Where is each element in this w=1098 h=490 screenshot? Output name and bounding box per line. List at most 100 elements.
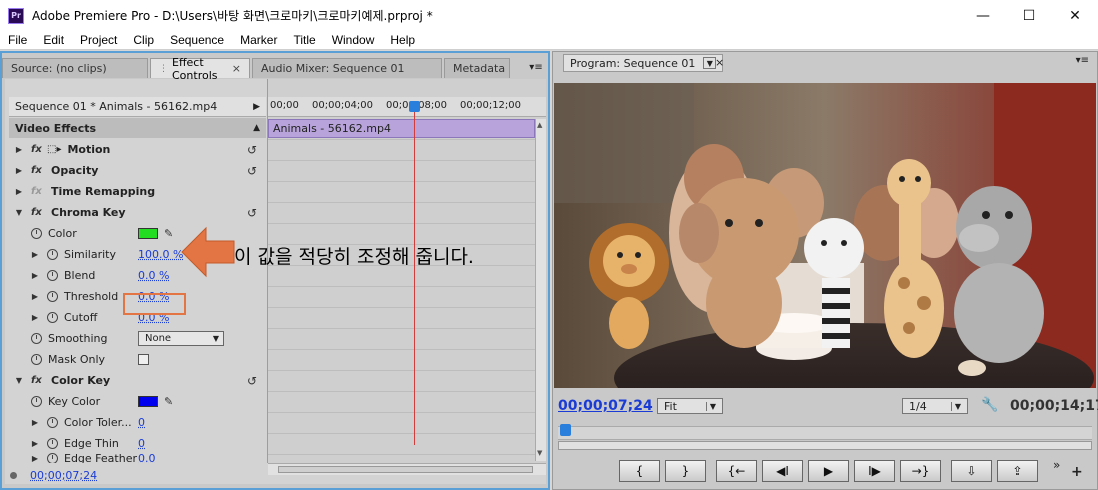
time-ruler[interactable]: 00;00 00;00;04;00 00;00;08;00 00;00;12;0… — [268, 97, 546, 117]
blend-value[interactable]: 0.0 % — [138, 269, 169, 282]
lift-button[interactable]: ⇩ — [951, 460, 992, 482]
scroll-down-icon[interactable]: ▼ — [537, 449, 542, 457]
reset-icon[interactable]: ↺ — [247, 164, 257, 178]
mask-only-checkbox[interactable] — [138, 354, 149, 365]
tab-program[interactable]: Program: Sequence 01 ▼ — [563, 54, 724, 72]
wrench-icon[interactable]: 🔧 — [981, 397, 998, 413]
collapse-icon[interactable]: ▼ — [13, 376, 25, 385]
window-title: Adobe Premiere Pro - D:\Users\바탕 화면\크로마키… — [32, 9, 433, 23]
playhead-handle[interactable] — [560, 424, 571, 436]
collapse-icon[interactable]: ▲ — [253, 123, 260, 133]
stopwatch-icon[interactable] — [31, 396, 42, 407]
effect-time-remapping[interactable]: ▶ fx Time Remapping — [9, 181, 266, 202]
reset-icon[interactable]: ↺ — [247, 206, 257, 220]
expand-icon[interactable]: ▶ — [13, 187, 25, 196]
menu-help[interactable]: Help — [382, 33, 423, 47]
edge-thin-value[interactable]: 0 — [138, 437, 145, 450]
program-timecode[interactable]: 00;00;07;24 — [558, 398, 653, 414]
tab-audio-mixer[interactable]: Audio Mixer: Sequence 01 — [252, 58, 442, 78]
effect-chroma-key[interactable]: ▼ fx Chroma Key ↺ — [9, 202, 266, 223]
play-button[interactable]: ▶ — [808, 460, 849, 482]
step-back-button[interactable]: ◀I — [762, 460, 803, 482]
stopwatch-icon[interactable] — [47, 270, 58, 281]
fx-icon[interactable]: fx — [31, 144, 45, 155]
time-ruler-track[interactable] — [558, 426, 1092, 440]
menu-title[interactable]: Title — [285, 33, 323, 47]
vertical-scrollbar[interactable]: ▲ ▼ — [535, 119, 546, 461]
fx-icon[interactable]: fx — [31, 375, 45, 386]
expand-icon[interactable]: ▶ — [29, 454, 41, 463]
stopwatch-icon[interactable] — [47, 453, 58, 463]
mark-out-button[interactable]: } — [665, 460, 706, 482]
stopwatch-icon[interactable] — [47, 249, 58, 260]
stopwatch-icon[interactable] — [31, 333, 42, 344]
fx-icon[interactable]: fx — [31, 207, 45, 218]
play-clip-icon[interactable]: ▶ — [253, 102, 260, 112]
close-tab-icon[interactable]: × — [715, 56, 724, 69]
resolution-dropdown[interactable]: 1/4 ▼ — [902, 398, 968, 414]
effect-motion[interactable]: ▶ fx ⬚▸ Motion ↺ — [9, 139, 266, 160]
zoom-scrollbar[interactable] — [558, 441, 1092, 450]
scroll-up-icon[interactable]: ▲ — [537, 121, 542, 129]
stopwatch-icon[interactable] — [47, 312, 58, 323]
edge-feather-value[interactable]: 0.0 — [138, 453, 156, 463]
minimize-button[interactable]: — — [960, 0, 1006, 31]
add-button-icon[interactable]: + — [1071, 464, 1083, 480]
zoom-dropdown[interactable]: Fit ▼ — [657, 398, 723, 414]
fx-icon[interactable]: fx — [31, 165, 45, 176]
program-time-ruler[interactable] — [558, 422, 1092, 450]
expand-icon[interactable]: ▶ — [29, 313, 41, 322]
menu-marker[interactable]: Marker — [232, 33, 285, 47]
reset-icon[interactable]: ↺ — [247, 143, 257, 157]
stopwatch-icon[interactable] — [47, 417, 58, 428]
expand-icon[interactable]: ▶ — [13, 166, 25, 175]
tab-metadata[interactable]: Metadata — [444, 58, 510, 78]
smoothing-dropdown[interactable]: None ▼ — [138, 331, 224, 346]
panel-menu-icon[interactable]: ▾≡ — [1076, 55, 1089, 66]
stopwatch-icon[interactable] — [47, 291, 58, 302]
current-time-display[interactable]: 00;00;07;24 — [30, 469, 97, 482]
program-video-frame[interactable] — [554, 83, 1096, 388]
clip-bar[interactable]: Animals - 56162.mp4 — [268, 119, 535, 138]
step-forward-button[interactable]: I▶ — [854, 460, 895, 482]
expand-icon[interactable]: ▶ — [29, 439, 41, 448]
menu-file[interactable]: File — [0, 33, 35, 47]
similarity-value[interactable]: 100.0 % — [138, 248, 183, 261]
grip-icon[interactable]: ⋮ — [159, 64, 168, 74]
expand-icon[interactable]: ▶ — [13, 145, 25, 154]
expand-icon[interactable]: ▶ — [29, 271, 41, 280]
collapse-icon[interactable]: ▼ — [13, 208, 25, 217]
stopwatch-icon[interactable] — [47, 438, 58, 449]
menu-window[interactable]: Window — [324, 33, 383, 47]
close-tab-icon[interactable]: × — [232, 62, 241, 75]
menu-clip[interactable]: Clip — [125, 33, 162, 47]
menu-project[interactable]: Project — [72, 33, 125, 47]
expand-icon[interactable]: ▶ — [29, 292, 41, 301]
menu-sequence[interactable]: Sequence — [162, 33, 232, 47]
panel-menu-icon[interactable]: ▾≡ — [524, 58, 548, 76]
transform-icon[interactable]: ⬚▸ — [47, 144, 61, 155]
chroma-color-swatch[interactable] — [138, 228, 158, 239]
extract-button[interactable]: ⇪ — [997, 460, 1038, 482]
eyedropper-icon[interactable]: ✎ — [164, 395, 173, 408]
maximize-button[interactable]: ☐ — [1006, 0, 1052, 31]
effect-opacity[interactable]: ▶ fx Opacity ↺ — [9, 160, 266, 181]
key-color-swatch[interactable] — [138, 396, 158, 407]
go-to-in-button[interactable]: {← — [716, 460, 757, 482]
expand-icon[interactable]: ▶ — [29, 250, 41, 259]
tab-effect-controls[interactable]: ⋮ Effect Controls × — [150, 56, 250, 82]
expand-icon[interactable]: ▶ — [29, 418, 41, 427]
playhead-handle[interactable] — [409, 101, 420, 112]
more-controls-icon[interactable]: » — [1053, 458, 1060, 472]
go-to-out-button[interactable]: →} — [900, 460, 941, 482]
reset-icon[interactable]: ↺ — [247, 374, 257, 388]
stopwatch-icon[interactable] — [31, 354, 42, 365]
stopwatch-icon[interactable] — [31, 228, 42, 239]
eyedropper-icon[interactable]: ✎ — [164, 227, 173, 240]
close-button[interactable]: ✕ — [1052, 0, 1098, 31]
effect-color-key[interactable]: ▼ fx Color Key ↺ — [9, 370, 266, 391]
color-tolerance-value[interactable]: 0 — [138, 416, 145, 429]
tab-source[interactable]: Source: (no clips) — [2, 58, 148, 78]
mark-in-button[interactable]: { — [619, 460, 660, 482]
menu-edit[interactable]: Edit — [35, 33, 72, 47]
